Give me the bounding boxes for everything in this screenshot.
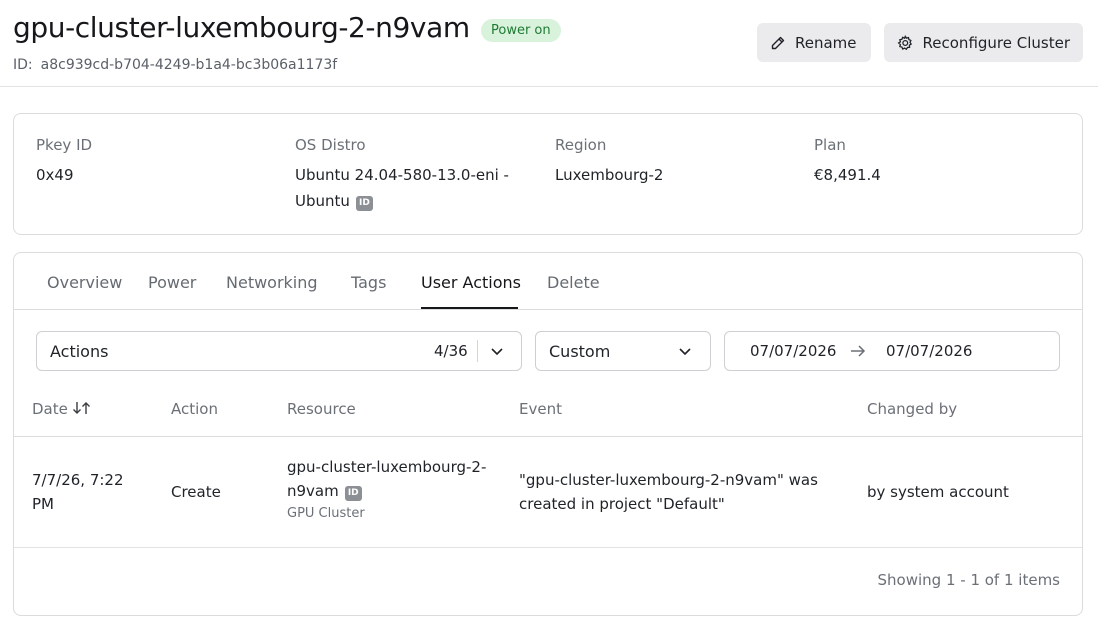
page-header: gpu-cluster-luxembourg-2-n9vam Power on … bbox=[0, 0, 1098, 87]
tab-delete[interactable]: Delete bbox=[547, 273, 600, 292]
column-header-date[interactable]: Date bbox=[32, 400, 93, 418]
tab-bar: Overview Power Networking Tags User Acti… bbox=[14, 253, 1082, 310]
date-range-picker[interactable]: 07/07/2026 07/07/2026 bbox=[724, 331, 1060, 371]
region-value: Luxembourg-2 bbox=[555, 166, 664, 184]
column-header-event: Event bbox=[519, 400, 562, 418]
id-chip-icon[interactable]: ID bbox=[344, 486, 362, 501]
chevron-down-icon[interactable] bbox=[489, 343, 505, 359]
arrow-right-icon bbox=[851, 345, 866, 357]
os-distro-value-line1: Ubuntu 24.04-580-13.0-eni - bbox=[295, 166, 509, 184]
user-actions-card: Overview Power Networking Tags User Acti… bbox=[13, 252, 1083, 616]
cell-resource: gpu-cluster-luxembourg-2- n9vam ID GPU Cl… bbox=[287, 455, 486, 523]
actions-filter-count: 4/36 bbox=[434, 342, 468, 360]
divider bbox=[477, 340, 478, 362]
pkey-value: 0x49 bbox=[36, 166, 74, 184]
gear-icon bbox=[897, 34, 913, 50]
rename-button-label: Rename bbox=[795, 33, 857, 52]
cluster-id-value: a8c939cd-b704-4249-b1a4-bc3b06a1173f bbox=[40, 57, 338, 73]
reconfigure-cluster-button[interactable]: Reconfigure Cluster bbox=[884, 23, 1083, 62]
tab-networking[interactable]: Networking bbox=[226, 273, 318, 292]
region-field: Region Luxembourg-2 bbox=[555, 136, 663, 188]
os-distro-value-line2: Ubuntu bbox=[295, 192, 350, 210]
actions-filter-label: Actions bbox=[50, 342, 109, 361]
table-row: 7/7/26, 7:22 PM Create gpu-cluster-luxem… bbox=[14, 438, 1082, 548]
range-select[interactable]: Custom bbox=[535, 331, 711, 371]
region-label: Region bbox=[555, 136, 607, 154]
column-header-resource: Resource bbox=[287, 400, 356, 418]
cell-changed-by: by system account bbox=[867, 483, 1009, 501]
page-title: gpu-cluster-luxembourg-2-n9vam bbox=[13, 11, 470, 44]
reconfigure-cluster-button-label: Reconfigure Cluster bbox=[922, 33, 1070, 52]
os-distro-field: OS Distro Ubuntu 24.04-580-13.0-eni - Ub… bbox=[295, 136, 509, 214]
id-chip-icon[interactable]: ID bbox=[355, 196, 373, 211]
active-tab-indicator bbox=[421, 307, 518, 309]
date-from[interactable]: 07/07/2026 bbox=[750, 342, 836, 360]
cell-event: "gpu-cluster-luxembourg-2-n9vam" was cre… bbox=[519, 471, 818, 513]
date-to[interactable]: 07/07/2026 bbox=[886, 342, 972, 360]
cluster-id: ID: a8c939cd-b704-4249-b1a4-bc3b06a1173f bbox=[13, 57, 337, 73]
rename-button[interactable]: Rename bbox=[757, 23, 871, 62]
pencil-icon bbox=[771, 36, 785, 49]
plan-label: Plan bbox=[814, 136, 846, 154]
resource-name-line1: gpu-cluster-luxembourg-2- bbox=[287, 458, 487, 476]
column-header-changed-by: Changed by bbox=[867, 400, 958, 418]
os-distro-value: Ubuntu 24.04-580-13.0-eni - Ubuntu ID bbox=[295, 162, 509, 214]
resource-name-line2: n9vam bbox=[287, 482, 339, 500]
tab-tags[interactable]: Tags bbox=[351, 273, 386, 292]
column-header-action: Action bbox=[171, 400, 218, 418]
cluster-id-label: ID: bbox=[13, 57, 33, 73]
pkey-label: Pkey ID bbox=[36, 136, 93, 154]
tab-user-actions[interactable]: User Actions bbox=[421, 273, 521, 292]
status-badge: Power on bbox=[481, 19, 561, 42]
tab-power[interactable]: Power bbox=[148, 273, 196, 292]
chevron-down-icon bbox=[679, 348, 691, 356]
sort-icon[interactable] bbox=[71, 400, 93, 416]
range-select-value: Custom bbox=[549, 342, 611, 361]
actions-filter-select[interactable]: Actions 4/36 bbox=[36, 331, 522, 371]
cell-date: 7/7/26, 7:22 PM bbox=[32, 471, 124, 513]
resource-type: GPU Cluster bbox=[287, 506, 365, 521]
cluster-info-card: Pkey ID 0x49 OS Distro Ubuntu 24.04-580-… bbox=[13, 113, 1083, 235]
os-distro-label: OS Distro bbox=[295, 136, 366, 154]
table-header: Date Action Resource Event Changed by bbox=[14, 393, 1082, 437]
pkey-field: Pkey ID 0x49 bbox=[36, 136, 92, 188]
cell-action: Create bbox=[171, 483, 221, 501]
plan-value: €8,491.4 bbox=[814, 166, 881, 184]
tab-overview[interactable]: Overview bbox=[47, 273, 122, 292]
plan-field: Plan €8,491.4 bbox=[814, 136, 881, 188]
pagination-summary: Showing 1 - 1 of 1 items bbox=[877, 571, 1060, 589]
